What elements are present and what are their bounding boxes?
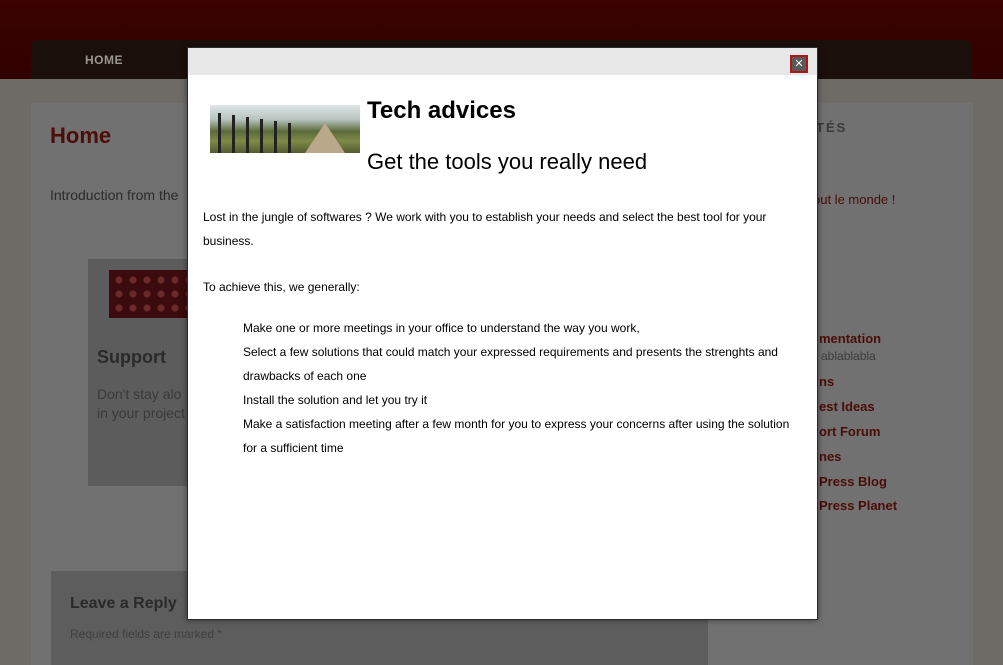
- page-title: Home: [50, 123, 112, 148]
- sidebar-link-support-forum[interactable]: ort Forum: [819, 424, 880, 439]
- support-text-line2: in your project: [97, 405, 185, 421]
- modal-intro-paragraph: Lost in the jungle of softwares ? We wor…: [203, 210, 767, 248]
- sidebar-link-plugins[interactable]: ns: [819, 374, 834, 389]
- sidebar-link-desc: ablablabla: [821, 349, 876, 363]
- close-icon[interactable]: ✕: [790, 55, 808, 73]
- list-item: Select a few solutions that could match …: [243, 345, 778, 383]
- nav-home-link[interactable]: HOME: [85, 53, 123, 67]
- support-text: Don't stay alo in your project: [97, 385, 185, 423]
- sidebar-link-documentation[interactable]: mentation: [819, 331, 881, 346]
- sidebar-link-wordpress-blog[interactable]: Press Blog: [819, 474, 887, 489]
- support-text-line1: Don't stay alo: [97, 386, 182, 402]
- tech-advices-modal: ✕ Tech advices Get the tools you really …: [187, 47, 818, 620]
- page-intro: Introduction from the: [50, 187, 179, 203]
- sidebar-link-suggest-ideas[interactable]: est Ideas: [819, 399, 875, 414]
- tree-lined-path-image: [210, 105, 360, 153]
- modal-title: Tech advices: [367, 97, 516, 124]
- sidebar-heading: TÉS: [816, 120, 848, 135]
- support-title: Support: [97, 347, 166, 367]
- modal-subtitle: Get the tools you really need: [367, 149, 648, 174]
- steps-list: Make one or more meetings in your office…: [243, 316, 803, 460]
- list-item: Make one or more meetings in your office…: [243, 321, 640, 335]
- list-item: Make a satisfaction meeting after a few …: [243, 417, 790, 455]
- reply-title: Leave a Reply: [70, 595, 177, 612]
- sidebar-link-wordpress-planet[interactable]: Press Planet: [819, 498, 897, 513]
- list-item: Install the solution and let you try it: [243, 393, 428, 407]
- sidebar-link-themes[interactable]: nes: [819, 449, 841, 464]
- reply-required-note: Required fields are marked *: [70, 627, 223, 641]
- modal-header: ✕: [188, 48, 817, 75]
- modal-lead-text: To achieve this, we generally:: [203, 280, 360, 294]
- sidebar-recent-post[interactable]: out le monde !: [813, 192, 895, 207]
